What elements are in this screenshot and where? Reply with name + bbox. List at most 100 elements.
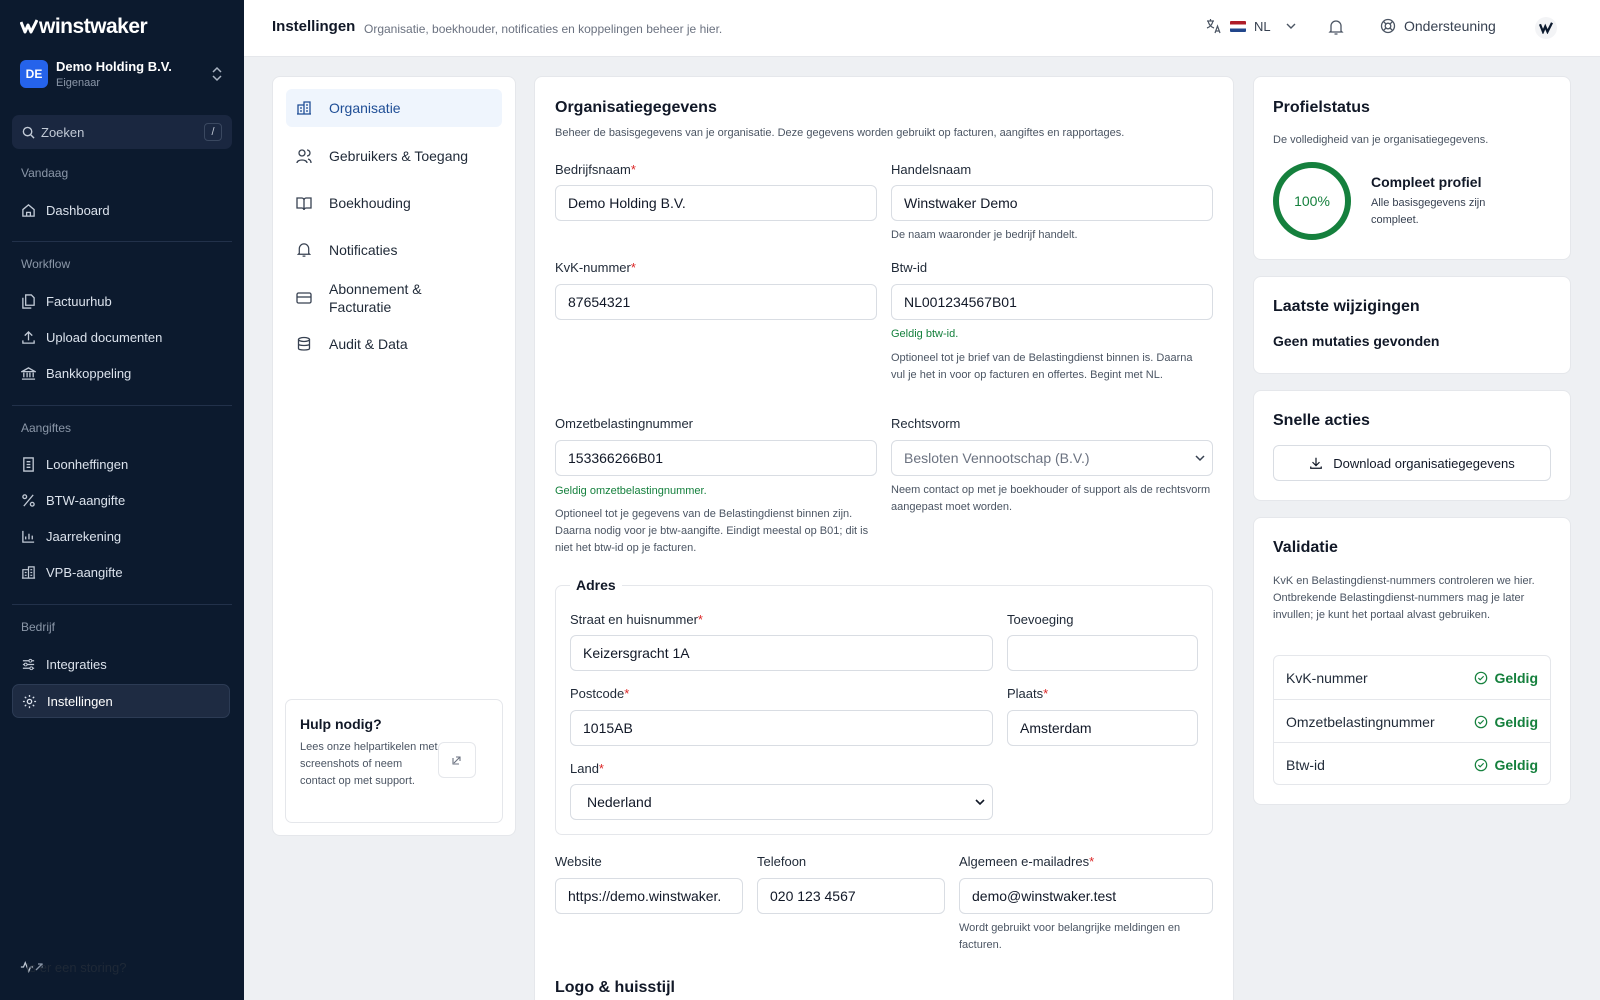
address-legend: Adres <box>570 577 622 593</box>
tab-audit-data[interactable]: Audit & Data <box>286 325 502 363</box>
email-input[interactable]: demo@winstwaker.test <box>959 878 1213 914</box>
land-select[interactable]: Nederland <box>570 784 993 820</box>
help-description: Lees onze helpartikelen met screenshots … <box>300 741 438 787</box>
handelsnaam-help: De naam waaronder je bedrijf handelt. <box>891 229 1078 241</box>
user-avatar[interactable] <box>1535 17 1557 39</box>
upload-icon <box>22 330 35 344</box>
toevoeging-label: Toevoeging <box>1007 612 1074 627</box>
rechtsvorm-select[interactable]: Besloten Vennootschap (B.V.) <box>891 440 1213 476</box>
bedrijfsnaam-label: Bedrijfsnaam* <box>555 162 636 177</box>
sidebar: winstwaker DE Demo Holding B.V. Eigenaar… <box>0 0 244 1000</box>
recent-changes-title: Laatste wijzigingen <box>1273 298 1420 315</box>
help-card: Hulp nodig? Lees onze helpartikelen met … <box>285 699 503 823</box>
sidebar-item-label: Dashboard <box>46 202 110 218</box>
btw-input[interactable]: NL001234567B01 <box>891 284 1213 320</box>
tab-abonnement-facturatie[interactable]: Abonnement & Facturatie <box>286 276 502 320</box>
postcode-input[interactable]: 1015AB <box>570 710 993 746</box>
sidebar-item-bankkoppeling[interactable]: Bankkoppeling <box>12 357 230 389</box>
sidebar-item-integraties[interactable]: Integraties <box>12 648 230 680</box>
org-name: Demo Holding B.V. <box>56 59 172 74</box>
profile-status-heading: Compleet profiel <box>1371 174 1482 190</box>
language-select[interactable]: NL <box>1206 18 1297 34</box>
book-open-icon <box>296 197 312 211</box>
sidebar-item-upload-documenten[interactable]: Upload documenten <box>12 321 230 353</box>
tab-label: Notificaties <box>329 242 398 258</box>
sidebar-item-label: Loonheffingen <box>46 456 129 472</box>
sliders-icon <box>22 658 35 670</box>
btw-valid-text: Geldig btw-id. <box>891 328 959 340</box>
validation-status: Geldig <box>1474 670 1538 686</box>
organization-switcher[interactable]: DE Demo Holding B.V. Eigenaar <box>20 56 224 92</box>
omzet-valid-text: Geldig omzetbelastingnummer. <box>555 485 707 497</box>
sidebar-item-btw-aangifte[interactable]: BTW-aangifte <box>12 484 230 516</box>
sidebar-item-jaarrekening[interactable]: Jaarrekening <box>12 520 230 552</box>
sidebar-item-dashboard[interactable]: Dashboard <box>12 194 230 226</box>
section-title-vandaag: Vandaag <box>21 166 69 180</box>
profile-status-title: Profielstatus <box>1273 99 1370 116</box>
postcode-label: Postcode* <box>570 686 630 701</box>
tab-notificaties[interactable]: Notificaties <box>286 231 502 269</box>
status-issue-label: Is er een storing? <box>26 959 127 975</box>
netherlands-flag-icon <box>1230 20 1246 32</box>
translate-icon <box>1206 19 1221 34</box>
telefoon-input[interactable]: 020 123 4567 <box>757 878 945 914</box>
search-icon <box>22 126 35 139</box>
tab-gebruikers-toegang[interactable]: Gebruikers & Toegang <box>286 137 502 175</box>
kvk-input[interactable]: 87654321 <box>555 284 877 320</box>
sidebar-item-instellingen[interactable]: Instellingen <box>12 684 230 718</box>
section-title-bedrijf: Bedrijf <box>21 620 56 634</box>
btw-label: Btw-id <box>891 260 928 275</box>
database-icon <box>297 336 311 351</box>
plaats-input[interactable]: Amsterdam <box>1007 710 1198 746</box>
support-button[interactable]: Ondersteuning <box>1380 18 1496 34</box>
validation-status: Geldig <box>1474 714 1538 730</box>
brand-logo[interactable]: winstwaker <box>20 14 148 40</box>
bar-chart-icon <box>22 530 35 543</box>
bedrijfsnaam-input[interactable]: Demo Holding B.V. <box>555 185 877 221</box>
form-title: Organisatiegegevens <box>555 99 717 116</box>
help-open-button[interactable] <box>438 742 476 778</box>
validation-row: KvK-nummer Geldig <box>1274 656 1550 699</box>
tab-label: Facturatie <box>329 299 392 315</box>
validation-status: Geldig <box>1474 757 1538 773</box>
sidebar-item-label: Upload documenten <box>46 329 163 345</box>
omzet-label: Omzetbelastingnummer <box>555 416 693 431</box>
sidebar-item-vpb-aangifte[interactable]: VPB-aangifte <box>12 556 230 588</box>
sidebar-item-label: VPB-aangifte <box>46 564 123 580</box>
website-label: Website <box>555 854 602 869</box>
profile-status-text: Alle basisgegevens zijn compleet. <box>1371 197 1486 226</box>
notifications-button[interactable] <box>1328 19 1344 41</box>
help-title: Hulp nodig? <box>300 716 382 732</box>
validation-table: KvK-nummer Geldig Omzetbelastingnummer G… <box>1273 655 1551 785</box>
page-subtitle: Organisatie, boekhouder, notificaties en… <box>364 22 723 36</box>
divider <box>12 241 232 242</box>
topbar: Instellingen Organisatie, boekhouder, no… <box>244 0 1600 57</box>
rechtsvorm-help: Neem contact op met je boekhouder of sup… <box>891 484 1211 513</box>
recent-changes-empty: Geen mutaties gevonden <box>1273 333 1440 349</box>
download-org-data-button[interactable]: Download organisatiegegevens <box>1273 445 1551 481</box>
org-role: Eigenaar <box>56 77 101 89</box>
sidebar-item-loonheffingen[interactable]: Loonheffingen <box>12 448 230 480</box>
straat-input[interactable]: Keizersgracht 1A <box>570 635 993 671</box>
handelsnaam-label: Handelsnaam <box>891 162 972 177</box>
tab-label: Gebruikers & Toegang <box>329 148 469 164</box>
gear-icon <box>22 694 37 708</box>
users-icon <box>296 149 312 164</box>
tab-organisatie[interactable]: Organisatie <box>286 89 502 127</box>
toevoeging-input[interactable] <box>1007 635 1198 671</box>
omzet-input[interactable]: 153366266B01 <box>555 440 877 476</box>
chevron-down-icon <box>1195 455 1205 462</box>
website-input[interactable]: https://demo.winstwaker. <box>555 878 743 914</box>
sidebar-search[interactable]: Zoeken / <box>12 115 232 149</box>
recent-changes-card <box>1253 276 1571 374</box>
language-code: NL <box>1254 18 1271 34</box>
external-link-icon <box>452 756 461 765</box>
tab-boekhouding[interactable]: Boekhouding <box>286 184 502 222</box>
handelsnaam-input[interactable]: Winstwaker Demo <box>891 185 1213 221</box>
sidebar-item-label: Jaarrekening <box>46 528 122 544</box>
status-issue-link[interactable]: Is er een storing? <box>20 959 220 975</box>
rechtsvorm-label: Rechtsvorm <box>891 416 961 431</box>
logo-section-title: Logo & huisstijl <box>555 979 675 996</box>
download-icon <box>1310 457 1323 469</box>
sidebar-item-factuurhub[interactable]: Factuurhub <box>12 285 230 317</box>
